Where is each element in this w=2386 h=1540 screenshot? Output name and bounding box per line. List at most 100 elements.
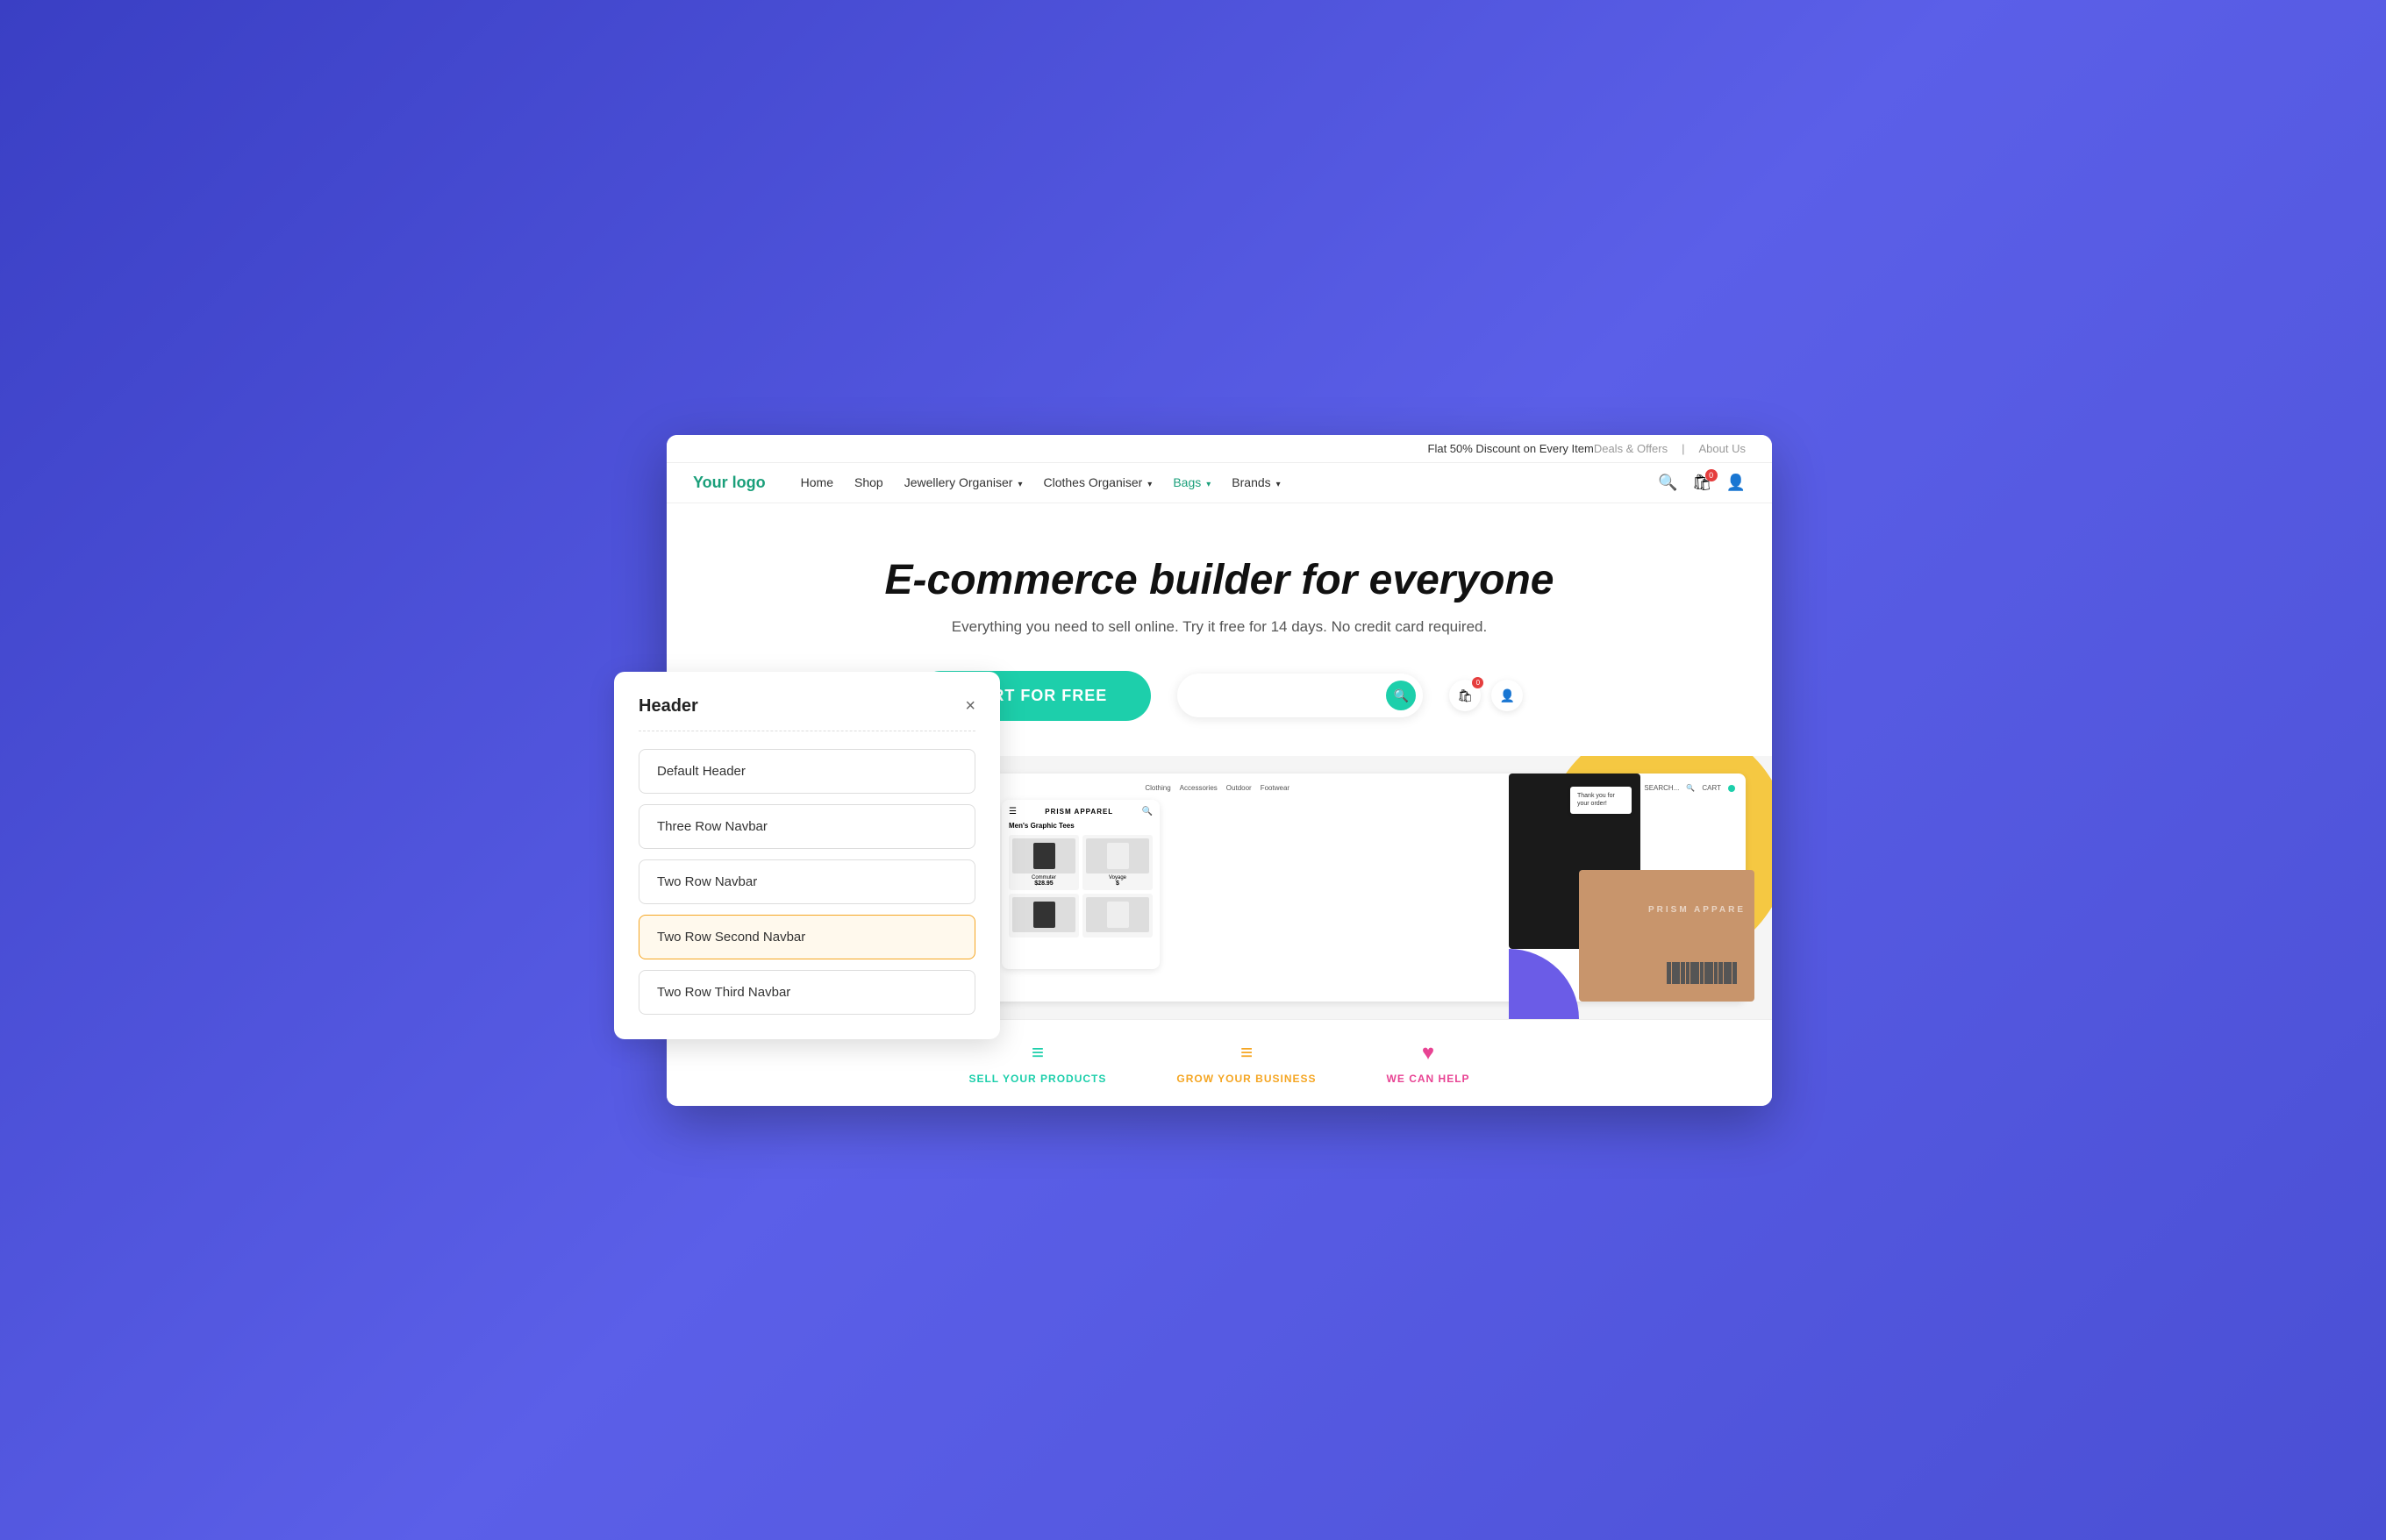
about-link[interactable]: About Us	[1699, 442, 1746, 455]
user-icon: 👤	[1500, 688, 1515, 703]
deals-link[interactable]: Deals & Offers	[1594, 442, 1668, 455]
nav-link-shop[interactable]: Shop	[854, 475, 883, 489]
mobile-logo: PRISM APPAREL	[1045, 808, 1113, 816]
cart-icon: 🛍	[1457, 688, 1473, 703]
nav-icons: 🔍 🛍 0 👤	[1658, 474, 1746, 492]
search-icon: 🔍	[1394, 688, 1409, 703]
chevron-down-icon	[1146, 475, 1152, 489]
right-links: Deals & Offers | About Us	[1594, 442, 1746, 455]
mobile-search-icon: 🔍	[1142, 807, 1153, 816]
panel-close-button[interactable]: ×	[965, 696, 975, 717]
cart-badge: 0	[1472, 677, 1483, 688]
barcode-line	[1724, 962, 1732, 984]
barcode-line	[1690, 962, 1698, 984]
feature-grow-label: GROW YOUR BUSINESS	[1176, 1073, 1316, 1085]
hero-search-button[interactable]: 🔍	[1386, 681, 1416, 710]
barcode-line	[1714, 962, 1718, 984]
barcode-line	[1681, 962, 1685, 984]
barcode-line	[1732, 962, 1737, 984]
sell-icon: ≡	[1032, 1041, 1044, 1066]
prism-nav-footwear: Footwear	[1261, 784, 1289, 792]
barcode-line	[1686, 962, 1690, 984]
prism-nav-clothing: Clothing	[1145, 784, 1170, 792]
announcement-text: Flat 50% Discount on Every Item	[1428, 442, 1594, 455]
mobile-product-img-4	[1086, 897, 1149, 932]
chevron-down-icon	[1204, 475, 1211, 489]
mobile-category: Men's Graphic Tees	[1009, 822, 1153, 830]
feature-help-label: WE CAN HELP	[1387, 1073, 1470, 1085]
mobile-mockup: ☰ PRISM APPAREL 🔍 Men's Graphic Tees Com…	[1002, 800, 1160, 969]
mobile-product-img-1	[1012, 838, 1075, 873]
hero-cart-icon[interactable]: 🛍 0	[1449, 680, 1481, 711]
nav-bar: Your logo Home Shop Jewellery Organiser …	[667, 463, 1772, 503]
separator: |	[1682, 442, 1684, 455]
outer-container: Header × Default Header Three Row Navbar…	[614, 435, 1772, 1106]
mobile-product-img-3	[1012, 897, 1075, 932]
panel-options: Default Header Three Row Navbar Two Row …	[639, 749, 975, 1015]
feature-sell: ≡ SELL YOUR PRODUCTS	[968, 1041, 1106, 1085]
feature-sell-label: SELL YOUR PRODUCTS	[968, 1073, 1106, 1085]
announcement-bar: Flat 50% Discount on Every Item Deals & …	[667, 435, 1772, 463]
search-icon[interactable]: 🔍	[1658, 474, 1677, 492]
brown-box: PRISM APPARE	[1579, 870, 1754, 1002]
option-two-row-third-navbar[interactable]: Two Row Third Navbar	[639, 970, 975, 1015]
prism-nav-accessories: Accessories	[1180, 784, 1218, 792]
panel-title: Header	[639, 696, 698, 717]
mobile-product-price-2: $	[1086, 881, 1149, 887]
mini-tshirt-2	[1107, 843, 1129, 869]
mobile-product-4	[1082, 894, 1153, 938]
barcode-line	[1704, 962, 1712, 984]
sticker: Thank you for your order!	[1570, 787, 1632, 815]
hero-subtitle: Everything you need to sell online. Try …	[952, 618, 1487, 636]
hero-search-input[interactable]	[1195, 688, 1379, 702]
barcode	[1667, 962, 1737, 984]
option-default-header[interactable]: Default Header	[639, 749, 975, 794]
nav-dropdown-bags[interactable]: Bags	[1173, 475, 1211, 489]
nav-dropdown-clothes[interactable]: Clothes Organiser	[1043, 475, 1152, 489]
mobile-product-3	[1009, 894, 1079, 938]
mobile-product-img-2	[1086, 838, 1149, 873]
brand-text: PRISM APPARE	[1648, 905, 1746, 915]
chevron-down-icon	[1016, 475, 1022, 489]
option-two-row-navbar[interactable]: Two Row Navbar	[639, 859, 975, 904]
feature-help: ♥ WE CAN HELP	[1387, 1041, 1470, 1085]
hero-search-bar: 🔍	[1177, 674, 1423, 717]
nav-dropdown-jewellery[interactable]: Jewellery Organiser	[904, 475, 1023, 489]
prism-nav-outdoor: Outdoor	[1226, 784, 1252, 792]
chevron-down-icon	[1275, 475, 1281, 489]
nav-dropdown-brands[interactable]: Brands	[1232, 475, 1280, 489]
nav-links: Home Shop Jewellery Organiser Clothes Or…	[801, 475, 1659, 489]
option-two-row-second-navbar[interactable]: Two Row Second Navbar	[639, 915, 975, 959]
cart-badge: 0	[1705, 469, 1718, 481]
boxes-area: Thank you for your order! PRISM APPARE	[1509, 756, 1772, 1019]
mobile-product-2: Voyage $	[1082, 835, 1153, 890]
hero-user-icon[interactable]: 👤	[1491, 680, 1523, 711]
mini-tshirt-1	[1033, 843, 1055, 869]
mini-tshirt-3	[1033, 902, 1055, 928]
mobile-product-price-1: $28.95	[1012, 881, 1075, 887]
user-icon[interactable]: 👤	[1726, 474, 1746, 492]
barcode-line	[1718, 962, 1723, 984]
mini-tshirt-4	[1107, 902, 1129, 928]
grow-icon: ≡	[1240, 1041, 1253, 1066]
left-panel: Header × Default Header Three Row Navbar…	[614, 672, 1000, 1039]
sticker-text: Thank you for your order!	[1577, 792, 1625, 809]
barcode-line	[1667, 962, 1671, 984]
feature-grow: ≡ GROW YOUR BUSINESS	[1176, 1041, 1316, 1085]
hero-title: E-commerce builder for everyone	[885, 556, 1554, 604]
hero-nav-icons: 🛍 0 👤	[1449, 680, 1523, 711]
nav-link-home[interactable]: Home	[801, 475, 833, 489]
barcode-line	[1700, 962, 1704, 984]
cart-icon-wrapper: 🛍 0	[1692, 474, 1712, 492]
nav-logo[interactable]: Your logo	[693, 474, 766, 492]
purple-shape	[1509, 949, 1579, 1019]
option-three-row-navbar[interactable]: Three Row Navbar	[639, 804, 975, 849]
barcode-line	[1672, 962, 1680, 984]
mobile-product-1: Commuter $28.95	[1009, 835, 1079, 890]
prism-nav: Clothing Accessories Outdoor Footwear	[1145, 784, 1289, 792]
heart-icon: ♥	[1422, 1041, 1434, 1066]
hero-search-row: START FOR FREE 🔍 🛍 0	[916, 671, 1524, 721]
mobile-header: ☰ PRISM APPAREL 🔍	[1009, 807, 1153, 816]
hamburger-icon: ☰	[1009, 807, 1017, 816]
mobile-product-grid: Commuter $28.95 Voyage $	[1009, 835, 1153, 938]
